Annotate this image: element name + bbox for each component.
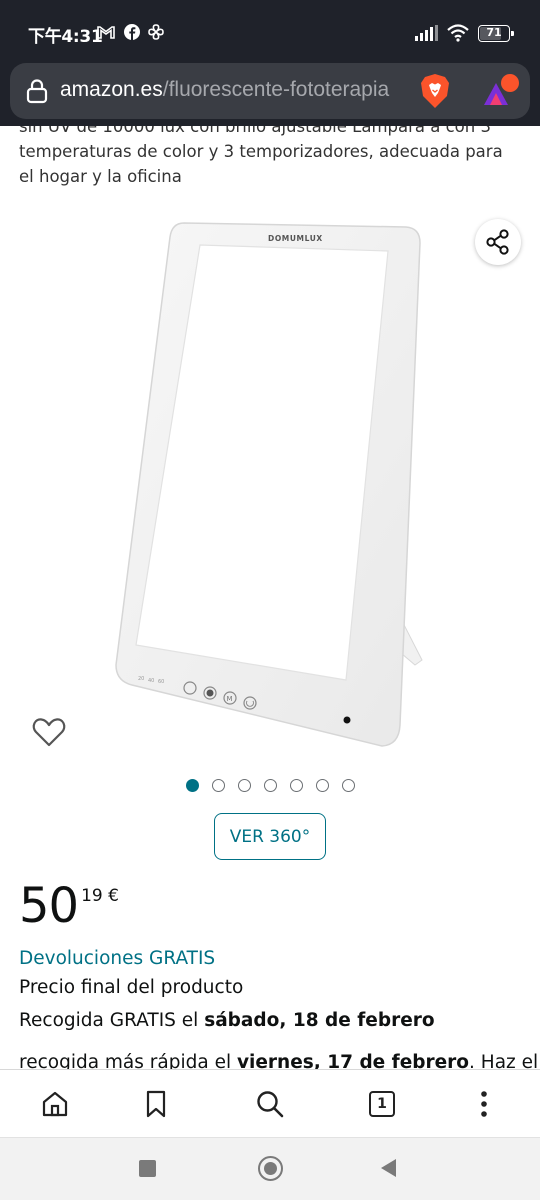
timer-label-20: 20 — [138, 676, 144, 682]
carousel-dot[interactable] — [290, 779, 303, 792]
home-button[interactable] — [39, 1088, 71, 1120]
carousel-dot[interactable] — [212, 779, 225, 792]
battery-level: 71 — [486, 25, 502, 39]
more-vertical-icon — [481, 1091, 487, 1117]
final-price-text: Precio final del producto — [19, 977, 244, 998]
battery-icon: 71 — [478, 24, 514, 42]
gmail-icon — [97, 26, 115, 39]
pinwheel-icon — [148, 24, 164, 40]
carousel-dot[interactable] — [238, 779, 251, 792]
fast-pickup-date: viernes, 17 de febrero — [236, 1052, 470, 1070]
price-whole: 50 — [19, 878, 79, 934]
free-returns-link[interactable]: Devoluciones GRATIS — [19, 948, 215, 969]
carousel-dot[interactable] — [342, 779, 355, 792]
product-brand-text: DOMUMLUX — [268, 234, 323, 243]
lock-icon[interactable] — [24, 78, 50, 104]
product-image[interactable]: DOMUMLUX 20 40 60 M — [100, 205, 440, 765]
pickup-prefix: Recogida GRATIS el — [19, 1010, 205, 1031]
pickup-date: sábado, 18 de febrero — [204, 1010, 435, 1031]
home-nav-button[interactable] — [258, 1156, 283, 1181]
brave-shield-icon[interactable] — [418, 73, 452, 109]
fast-pickup-prefix: recogida más rápida el — [19, 1052, 237, 1070]
free-pickup-text: Recogida GRATIS el sábado, 18 de febrero — [19, 1010, 435, 1031]
price-fraction: 19 € — [81, 886, 119, 906]
search-icon — [257, 1091, 284, 1118]
wifi-icon — [447, 24, 469, 42]
carousel-dot[interactable] — [316, 779, 329, 792]
menu-button[interactable] — [468, 1088, 500, 1120]
browser-toolbar: 1 — [0, 1069, 540, 1137]
url-path: /fluorescente-fototerapia — [162, 78, 390, 101]
system-nav-bar — [0, 1137, 540, 1200]
back-button[interactable] — [381, 1159, 396, 1177]
bookmark-button[interactable] — [140, 1088, 172, 1120]
carousel-indicators — [186, 779, 355, 792]
view-360-button[interactable]: VER 360° — [214, 813, 326, 860]
share-button[interactable] — [475, 219, 521, 265]
signal-icon — [415, 25, 438, 41]
fast-pickup-text: recogida más rápida el viernes, 17 de fe… — [19, 1052, 539, 1070]
share-icon — [486, 229, 509, 255]
timer-label-60: 60 — [158, 679, 164, 685]
carousel-dot[interactable] — [186, 779, 199, 792]
status-right: 71 — [414, 22, 514, 44]
timer-label-40: 40 — [148, 678, 154, 684]
recents-button[interactable] — [139, 1160, 156, 1177]
url-text[interactable]: amazon.es/fluorescente-fototerapia — [60, 78, 416, 102]
browser-address-area: amazon.es/fluorescente-fototerapia — [0, 62, 540, 126]
mode-button-label: M — [227, 695, 233, 703]
tabs-button[interactable]: 1 — [366, 1088, 398, 1120]
facebook-icon — [124, 24, 140, 40]
carousel-dot[interactable] — [264, 779, 277, 792]
product-price: 50 19 € — [19, 878, 119, 934]
status-bar: 下午4:31 71 — [0, 0, 540, 62]
bookmark-icon — [146, 1090, 166, 1118]
tabs-icon: 1 — [369, 1091, 395, 1117]
status-time: 下午4:31 — [28, 27, 103, 47]
address-bar[interactable]: amazon.es/fluorescente-fototerapia — [10, 63, 530, 119]
search-button[interactable] — [254, 1088, 286, 1120]
url-domain: amazon.es — [60, 78, 163, 101]
home-icon — [42, 1091, 68, 1117]
heart-icon[interactable] — [32, 716, 66, 748]
brave-rewards-icon[interactable] — [480, 73, 520, 109]
fast-pickup-suffix: . Haz el — [469, 1052, 539, 1070]
product-description: sin UV de 10000 lux con brillo ajustable… — [19, 126, 503, 186]
